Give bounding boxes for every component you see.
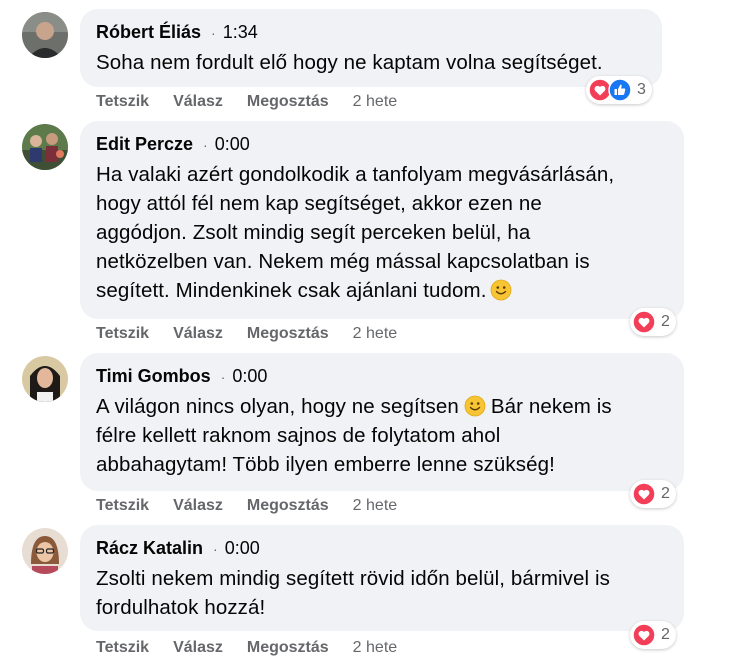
like-icon [608, 78, 632, 102]
smiley-emoji-icon [490, 279, 512, 301]
author-name[interactable]: Róbert Éliás [96, 21, 201, 43]
timestamp[interactable]: 0:00 [232, 365, 267, 387]
reaction-summary[interactable]: 2 [630, 621, 676, 649]
reaction-summary[interactable]: 2 [630, 308, 676, 336]
timestamp[interactable]: 1:34 [223, 21, 258, 43]
comment-bubble: Róbert Éliás · 1:34 Soha nem fordult elő… [80, 9, 662, 87]
timestamp[interactable]: 0:00 [225, 537, 260, 559]
avatar[interactable] [22, 528, 68, 574]
reaction-count: 3 [637, 81, 646, 98]
comment-actions: Tetszik Válasz Megosztás 2 hete [96, 325, 397, 343]
love-icon [632, 482, 656, 506]
comment-age[interactable]: 2 hete [353, 325, 397, 343]
comment-bubble: Timi Gombos · 0:00 A világon nincs olyan… [80, 353, 684, 491]
author-name[interactable]: Rácz Katalin [96, 537, 203, 559]
reaction-count: 2 [661, 313, 670, 330]
comment-text: Zsolti nekem mindig segített rövid időn … [96, 567, 610, 619]
love-icon [632, 310, 656, 334]
like-button[interactable]: Tetszik [96, 325, 149, 343]
avatar[interactable] [22, 12, 68, 58]
author-name[interactable]: Timi Gombos [96, 365, 211, 387]
like-button[interactable]: Tetszik [96, 497, 149, 515]
separator-dot: · [213, 541, 218, 557]
author-name[interactable]: Edit Percze [96, 133, 193, 155]
reply-button[interactable]: Válasz [173, 497, 223, 515]
comment-actions: Tetszik Válasz Megosztás 2 hete [96, 639, 397, 657]
reaction-count: 2 [661, 626, 670, 643]
avatar[interactable] [22, 124, 68, 170]
share-button[interactable]: Megosztás [247, 325, 329, 343]
comment-text: A világon nincs olyan, hogy ne segítsen B… [96, 395, 612, 476]
comment-age[interactable]: 2 hete [353, 93, 397, 111]
reaction-summary[interactable]: 2 [630, 480, 676, 508]
comment-bubble: Rácz Katalin · 0:00 Zsolti nekem mindig … [80, 525, 684, 631]
like-button[interactable]: Tetszik [96, 639, 149, 657]
comment-age[interactable]: 2 hete [353, 497, 397, 515]
avatar[interactable] [22, 356, 68, 402]
comment-text: Ha valaki azért gondolkodik a tanfolyam … [96, 163, 615, 302]
timestamp[interactable]: 0:00 [215, 133, 250, 155]
comment-text: Soha nem fordult elő hogy ne kaptam voln… [96, 51, 603, 74]
smiley-emoji-icon [464, 395, 486, 417]
comment-actions: Tetszik Válasz Megosztás 2 hete [96, 497, 397, 515]
reply-button[interactable]: Válasz [173, 325, 223, 343]
reply-button[interactable]: Válasz [173, 93, 223, 111]
comment-bubble: Edit Percze · 0:00 Ha valaki azért gondo… [80, 121, 684, 319]
separator-dot: · [203, 137, 208, 153]
comment-age[interactable]: 2 hete [353, 639, 397, 657]
separator-dot: · [211, 25, 216, 41]
reaction-count: 2 [661, 485, 670, 502]
separator-dot: · [220, 369, 226, 385]
share-button[interactable]: Megosztás [247, 639, 329, 657]
love-icon [632, 623, 656, 647]
reply-button[interactable]: Válasz [173, 639, 223, 657]
share-button[interactable]: Megosztás [247, 497, 329, 515]
like-button[interactable]: Tetszik [96, 93, 149, 111]
reaction-summary[interactable]: 3 [586, 76, 652, 104]
comment-actions: Tetszik Válasz Megosztás 2 hete [96, 93, 397, 111]
share-button[interactable]: Megosztás [247, 93, 329, 111]
